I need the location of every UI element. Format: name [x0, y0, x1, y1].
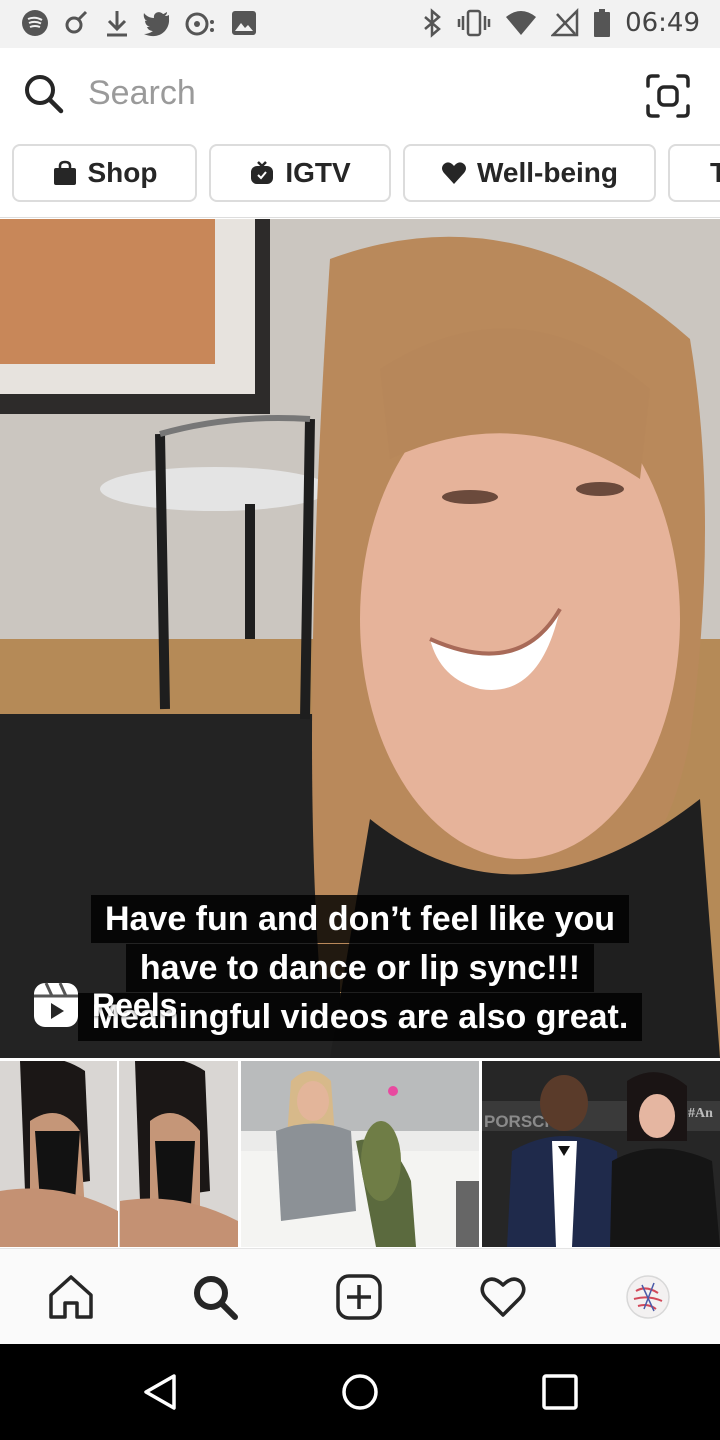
- app-icon: [65, 10, 88, 34]
- activity-heart-icon[interactable]: [479, 1273, 527, 1321]
- reels-label: Reels: [92, 986, 178, 1023]
- photo-thumbnail: PORSCHE #An: [482, 1061, 720, 1247]
- spotify-icon: [22, 10, 48, 36]
- bluetooth-icon: [424, 8, 441, 38]
- status-bar: 06:49: [0, 0, 720, 48]
- backdrop-corner-text: #An: [688, 1106, 713, 1121]
- reels-icon: [34, 982, 78, 1027]
- search-icon[interactable]: [191, 1273, 239, 1321]
- vibrate-icon: [457, 9, 491, 37]
- search-icon[interactable]: [22, 72, 64, 114]
- notification-icon: [185, 12, 214, 36]
- chip-label: IGTV: [285, 157, 351, 188]
- photo-thumbnail: [241, 1061, 479, 1247]
- scan-icon[interactable]: [644, 72, 692, 120]
- system-navigation-bar: [0, 1344, 720, 1440]
- chip-more[interactable]: T: [668, 144, 720, 202]
- back-icon[interactable]: [140, 1372, 180, 1412]
- photo-thumbnail: [0, 1061, 238, 1247]
- igtv-icon: [251, 161, 274, 184]
- bottom-navigation: [0, 1248, 720, 1344]
- caption-text: have to dance or lip sync!!!: [125, 944, 595, 992]
- recents-icon[interactable]: [540, 1372, 580, 1412]
- grid-item[interactable]: [241, 1061, 479, 1247]
- chip-igtv[interactable]: IGTV: [209, 144, 391, 202]
- status-time: 06:49: [625, 8, 700, 38]
- home-circle-icon[interactable]: [340, 1372, 380, 1412]
- chip-label: T: [710, 157, 720, 189]
- explore-grid-row: PORSCHE #An: [0, 1061, 720, 1247]
- wifi-icon: [506, 11, 537, 35]
- heart-icon: [441, 162, 466, 184]
- search-input[interactable]: [88, 74, 608, 113]
- grid-item[interactable]: [0, 1061, 238, 1247]
- gallery-icon: [232, 11, 256, 35]
- status-bar-notifications: [20, 8, 258, 38]
- shopping-bag-icon: [53, 160, 76, 185]
- home-icon[interactable]: [47, 1273, 95, 1321]
- chip-label: Shop: [87, 157, 158, 188]
- twitter-icon: [143, 12, 170, 37]
- caption-line: Have fun and don’t feel like you: [0, 895, 720, 943]
- profile-avatar[interactable]: [624, 1273, 672, 1321]
- battery-icon: [594, 9, 611, 37]
- chip-label: Well-being: [476, 157, 619, 188]
- featured-reel[interactable]: Have fun and don’t feel like you have to…: [0, 219, 720, 1058]
- caption-text: Have fun and don’t feel like you: [90, 895, 630, 943]
- status-bar-system: 06:49: [421, 8, 700, 38]
- category-chips: Shop IGTV Well-being T: [0, 144, 720, 218]
- grid-item[interactable]: PORSCHE #An: [482, 1061, 720, 1247]
- chip-shop[interactable]: Shop: [12, 144, 197, 202]
- reels-badge: Reels: [32, 981, 177, 1029]
- add-post-icon[interactable]: [335, 1273, 383, 1321]
- search-header: [0, 48, 720, 144]
- download-icon: [107, 11, 127, 37]
- no-signal-icon: [551, 8, 579, 37]
- chip-well-being[interactable]: Well-being: [403, 144, 656, 202]
